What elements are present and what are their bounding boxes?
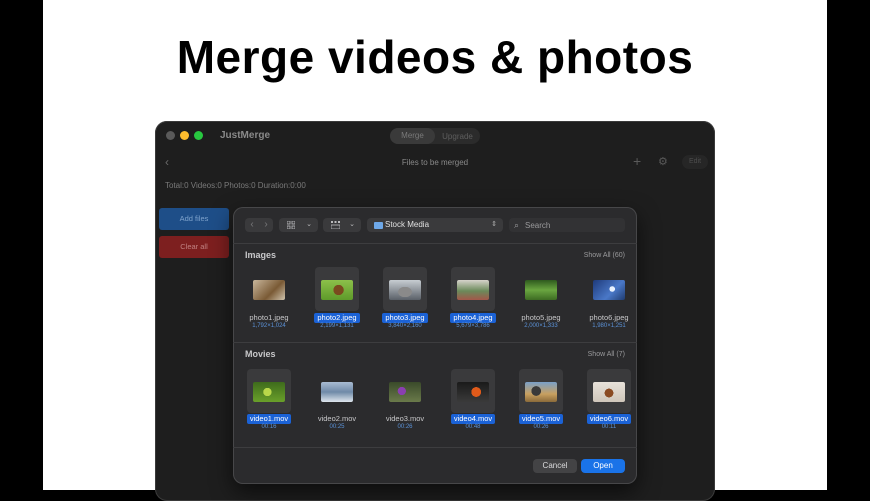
search-input[interactable] bbox=[525, 218, 621, 232]
movie-tile bbox=[451, 369, 495, 413]
file-name: photo2.jpeg bbox=[314, 313, 360, 323]
toolbar: ‹ Files to be merged + ⚙ Edit bbox=[155, 153, 715, 173]
images-show-all[interactable]: Show All (60) bbox=[584, 252, 625, 259]
thumbnail bbox=[525, 280, 557, 300]
file-meta: 1,792×1,024 bbox=[252, 323, 286, 329]
tab-upgrade[interactable]: Upgrade bbox=[435, 132, 480, 141]
location-label: Stock Media bbox=[385, 220, 430, 229]
thumbnail bbox=[457, 382, 489, 402]
title-bar: JustMerge Merge Upgrade bbox=[155, 121, 715, 151]
file-meta: 00:25 bbox=[329, 424, 345, 430]
movie-tile bbox=[519, 369, 563, 413]
file-name: photo5.jpeg bbox=[521, 313, 561, 322]
file-meta: 00:26 bbox=[533, 424, 549, 430]
chevron-updown-icon: ⇕ bbox=[491, 221, 497, 228]
image-tile bbox=[315, 267, 359, 311]
close-window-button[interactable] bbox=[166, 131, 175, 140]
thumbnail bbox=[389, 382, 421, 402]
file-meta: 00:16 bbox=[261, 424, 277, 430]
minimize-window-button[interactable] bbox=[180, 131, 189, 140]
toolbar-title: Files to be merged bbox=[401, 158, 469, 167]
file-meta: 2,199×1,131 bbox=[320, 323, 354, 329]
view-mode-button[interactable]: ⌄ bbox=[279, 218, 318, 232]
folder-icon bbox=[374, 222, 383, 229]
clear-all-button[interactable]: Clear all bbox=[159, 236, 229, 258]
thumbnail bbox=[525, 382, 557, 402]
movie-tile bbox=[247, 369, 291, 413]
search-icon: ⌕ bbox=[514, 220, 520, 230]
file-meta: 00:26 bbox=[397, 424, 413, 430]
search-field[interactable]: ⌕ bbox=[509, 218, 625, 232]
movie-tile bbox=[587, 369, 631, 413]
file-name: video4.mov bbox=[451, 414, 495, 424]
location-popup[interactable]: Stock Media ⇕ bbox=[367, 218, 503, 232]
chevron-left-icon[interactable]: ‹ bbox=[245, 218, 259, 232]
divider bbox=[233, 342, 637, 343]
grid-icon bbox=[286, 218, 296, 234]
divider bbox=[233, 243, 637, 244]
chevron-down-icon: ⌄ bbox=[349, 221, 355, 228]
file-name: photo4.jpeg bbox=[450, 313, 496, 323]
file-meta: 3,840×2,160 bbox=[388, 323, 422, 329]
file-name: photo3.jpeg bbox=[382, 313, 428, 323]
gallery-icon bbox=[330, 218, 341, 234]
divider bbox=[233, 447, 637, 448]
file-meta: 00:11 bbox=[601, 424, 617, 430]
file-meta: 2,000×1,333 bbox=[524, 323, 558, 329]
file-meta: 1,980×1,251 bbox=[592, 323, 626, 329]
movies-section-title: Movies bbox=[245, 349, 276, 359]
movies-show-all[interactable]: Show All (7) bbox=[588, 351, 625, 358]
merge-stats: Total:0 Videos:0 Photos:0 Duration:0:00 bbox=[165, 181, 306, 190]
file-name: video5.mov bbox=[519, 414, 563, 424]
page-headline: Merge videos & photos bbox=[176, 31, 694, 83]
open-file-dialog: ‹ › ⌄ ⌄ Stock Media ⇕ ⌕ Search Images Sh… bbox=[233, 207, 637, 484]
group-mode-button[interactable]: ⌄ bbox=[323, 218, 361, 232]
cancel-button[interactable]: Cancel bbox=[533, 459, 577, 473]
file-name: video6.mov bbox=[587, 414, 631, 424]
dialog-nav: ‹ › bbox=[245, 218, 273, 232]
file-name: photo6.jpeg bbox=[589, 313, 629, 322]
file-meta: 00:48 bbox=[465, 424, 481, 430]
file-meta: 5,679×3,786 bbox=[456, 323, 490, 329]
file-name: video3.mov bbox=[385, 414, 425, 423]
mode-segmented-control: Merge Upgrade bbox=[390, 128, 480, 144]
thumbnail bbox=[253, 382, 285, 402]
image-tile bbox=[587, 267, 631, 311]
image-tile bbox=[383, 267, 427, 311]
thumbnail bbox=[321, 280, 353, 300]
chevron-right-icon[interactable]: › bbox=[259, 218, 273, 232]
image-tile bbox=[451, 267, 495, 311]
thumbnail bbox=[321, 382, 353, 402]
thumbnail bbox=[593, 280, 625, 300]
tab-merge[interactable]: Merge bbox=[390, 128, 435, 144]
plus-icon[interactable]: + bbox=[633, 153, 641, 169]
file-name: video1.mov bbox=[247, 414, 291, 424]
image-tile bbox=[247, 267, 291, 311]
thumbnail bbox=[593, 382, 625, 402]
file-name: video2.mov bbox=[317, 414, 357, 423]
open-button[interactable]: Open bbox=[581, 459, 625, 473]
thumbnail bbox=[389, 280, 421, 300]
edit-button[interactable]: Edit bbox=[682, 155, 708, 169]
chevron-down-icon: ⌄ bbox=[306, 221, 312, 228]
movie-tile bbox=[383, 369, 427, 413]
thumbnail bbox=[253, 280, 285, 300]
gear-icon[interactable]: ⚙ bbox=[658, 155, 668, 168]
app-title: JustMerge bbox=[220, 130, 271, 141]
movie-tile bbox=[315, 369, 359, 413]
add-files-button[interactable]: Add files bbox=[159, 208, 229, 230]
zoom-window-button[interactable] bbox=[194, 131, 203, 140]
file-name: photo1.jpeg bbox=[249, 313, 289, 322]
image-tile bbox=[519, 267, 563, 311]
images-section-title: Images bbox=[245, 250, 277, 260]
thumbnail bbox=[457, 280, 489, 300]
